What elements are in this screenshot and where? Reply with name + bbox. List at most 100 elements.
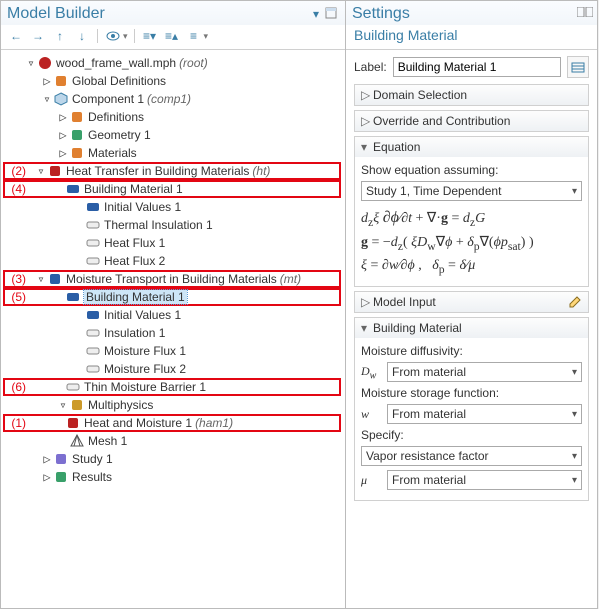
tree-item-label: wood_frame_wall.mph xyxy=(56,56,176,70)
collapse-icon: ▾ xyxy=(361,140,373,154)
mats-icon xyxy=(69,145,85,161)
tree-item[interactable]: Building Material 1 xyxy=(3,288,341,306)
dropdown-icon[interactable]: ▾ xyxy=(307,5,325,23)
tree-view-icon[interactable]: ≡ xyxy=(185,27,203,45)
chevron-down-icon: ▾ xyxy=(572,186,577,197)
tree-item[interactable]: Initial Values 1 xyxy=(3,198,341,216)
tree-item[interactable]: ▿Heat Transfer in Building Materials(ht) xyxy=(3,162,341,180)
study-select[interactable]: Study 1, Time Dependent ▾ xyxy=(361,181,582,201)
tree-item[interactable]: ▷Global Definitions xyxy=(3,72,341,90)
study-value: Study 1, Time Dependent xyxy=(366,184,572,198)
expand-toggle-icon[interactable]: ▷ xyxy=(57,128,69,142)
tree-item[interactable]: Insulation 1 xyxy=(3,324,341,342)
model-tree[interactable]: ▿wood_frame_wall.mph(root)▷Global Defini… xyxy=(1,50,345,608)
label-row: Label: xyxy=(354,56,589,78)
expand-toggle-icon[interactable]: ▿ xyxy=(35,272,47,286)
w-select[interactable]: From material ▾ xyxy=(387,404,582,424)
section-header[interactable]: ▷ Domain Selection xyxy=(355,85,588,105)
tree-item[interactable]: ▷Definitions xyxy=(3,108,341,126)
section-equation: ▾ Equation Show equation assuming: Study… xyxy=(354,136,589,287)
section-header[interactable]: ▷ Model Input xyxy=(355,292,588,312)
tree-item[interactable]: Heat Flux 2 xyxy=(3,252,341,270)
section-title: Model Input xyxy=(373,295,568,309)
tree-item-suffix: (comp1) xyxy=(147,92,191,106)
create-selection-button[interactable] xyxy=(567,56,589,78)
section-header[interactable]: ▾ Equation xyxy=(355,137,588,157)
tree-item[interactable]: Heat Flux 1 xyxy=(3,234,341,252)
chevron-down-icon: ▾ xyxy=(572,451,577,462)
results-icon xyxy=(53,469,69,485)
nav-fwd-icon[interactable]: → xyxy=(29,27,47,45)
tree-item[interactable]: Moisture Flux 1 xyxy=(3,342,341,360)
expand-toggle-icon[interactable]: ▷ xyxy=(41,452,53,466)
callout-number: (2) xyxy=(4,164,26,178)
tree-item-suffix: (ham1) xyxy=(195,416,233,430)
equation-line-2: g = −dz( ξDw∇ϕ + δp∇(ϕpsat) ) xyxy=(361,234,582,253)
chevron-down-icon[interactable]: ▾ xyxy=(204,31,209,42)
settings-form: Label: ▷ Domain Selection ▷ Override and… xyxy=(346,50,597,608)
panel-title-text: Settings xyxy=(352,5,577,23)
root-icon xyxy=(37,55,53,71)
section-title: Equation xyxy=(373,140,582,154)
label-input[interactable] xyxy=(393,57,561,77)
settings-panel: Settings Building Material Label: ▷ Doma… xyxy=(345,0,598,609)
expand-toggle-icon[interactable]: ▷ xyxy=(41,74,53,88)
collapse-all-icon[interactable]: ≡▾ xyxy=(141,27,159,45)
tree-item[interactable]: ▷Study 1 xyxy=(3,450,341,468)
tree-item[interactable]: ▿ Multiphysics xyxy=(3,396,341,414)
show-icon[interactable] xyxy=(104,27,122,45)
expand-toggle-icon[interactable]: ▷ xyxy=(57,146,69,160)
tree-item[interactable]: Thin Moisture Barrier 1 xyxy=(3,378,341,396)
expand-toggle-icon[interactable]: ▿ xyxy=(41,92,53,106)
chevron-down-icon: ▾ xyxy=(572,367,577,378)
nav-up-icon[interactable]: ↑ xyxy=(51,27,69,45)
expand-toggle-icon[interactable]: ▿ xyxy=(35,164,47,178)
w-row: w From material ▾ xyxy=(361,404,582,424)
section-building-material: ▾ Building Material Moisture diffusivity… xyxy=(354,317,589,501)
tree-item[interactable]: ▷Results xyxy=(3,468,341,486)
nav-back-icon[interactable]: ← xyxy=(7,27,25,45)
ht-icon xyxy=(47,163,63,179)
mu-symbol: μ xyxy=(361,473,381,488)
tree-item[interactable]: Moisture Flux 2 xyxy=(3,360,341,378)
tree-item[interactable]: Initial Values 1 xyxy=(3,306,341,324)
building-material-body: Moisture diffusivity: Dw From material ▾… xyxy=(355,338,588,500)
nav-down-icon[interactable]: ↓ xyxy=(73,27,91,45)
dw-value: From material xyxy=(392,365,572,379)
tree-item[interactable]: Thermal Insulation 1 xyxy=(3,216,341,234)
expand-toggle-icon[interactable]: ▿ xyxy=(57,398,69,412)
section-header[interactable]: ▷ Override and Contribution xyxy=(355,111,588,131)
dw-row: Dw From material ▾ xyxy=(361,362,582,382)
tree-item[interactable]: Heat and Moisture 1(ham1) xyxy=(3,414,341,432)
callout-number: (6) xyxy=(4,380,26,394)
tree-item[interactable]: Building Material 1 xyxy=(3,180,341,198)
model-builder-title: Model Builder ▾ xyxy=(1,1,345,25)
dw-select[interactable]: From material ▾ xyxy=(387,362,582,382)
tree-item-label: Moisture Transport in Building Materials xyxy=(66,272,277,286)
mphys-icon xyxy=(69,397,85,413)
expand-icon: ▷ xyxy=(361,88,373,102)
expand-toggle-icon[interactable]: ▷ xyxy=(41,470,53,484)
label-caption: Label: xyxy=(354,60,387,74)
tree-item[interactable]: ▷Geometry 1 xyxy=(3,126,341,144)
equation-line-1: dzξ ∂ϕ⁄∂t + ∇·g = dzG xyxy=(361,209,582,229)
specify-select[interactable]: Vapor resistance factor ▾ xyxy=(361,446,582,466)
section-header[interactable]: ▾ Building Material xyxy=(355,318,588,338)
moist-diff-caption: Moisture diffusivity: xyxy=(361,344,582,358)
tree-item[interactable]: ▿Component 1(comp1) xyxy=(3,90,341,108)
tree-item-label: Multiphysics xyxy=(88,398,153,412)
expand-toggle-icon[interactable]: ▷ xyxy=(57,110,69,124)
tree-item[interactable]: ▷Materials xyxy=(3,144,341,162)
tree-item[interactable]: ▿wood_frame_wall.mph(root) xyxy=(3,54,341,72)
section-title: Building Material xyxy=(373,321,582,335)
specify-value: Vapor resistance factor xyxy=(366,449,572,463)
expand-icon: ▷ xyxy=(361,114,373,128)
expand-toggle-icon[interactable]: ▿ xyxy=(25,56,37,70)
expand-all-icon[interactable]: ≡▴ xyxy=(163,27,181,45)
tree-item[interactable]: Mesh 1 xyxy=(3,432,341,450)
tree-item[interactable]: ▿ Moisture Transport in Building Material… xyxy=(3,270,341,288)
tree-item-label: Building Material 1 xyxy=(84,182,183,196)
chevron-down-icon[interactable]: ▾ xyxy=(123,31,128,42)
mu-select[interactable]: From material ▾ xyxy=(387,470,582,490)
edit-icon[interactable] xyxy=(568,295,582,309)
